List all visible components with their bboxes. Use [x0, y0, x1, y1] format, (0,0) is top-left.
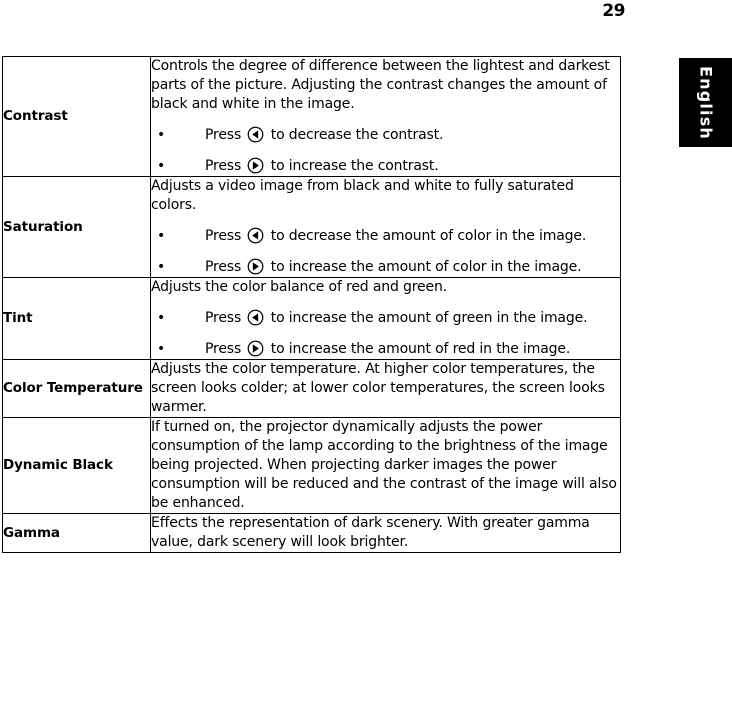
description-paragraph: If turned on, the projector dynamically … [151, 419, 617, 511]
instruction-text: to increase the amount of color in the i… [270, 259, 582, 275]
bullet-dot-icon: • [157, 127, 166, 143]
press-label: Press [205, 228, 242, 244]
bullet-dot-icon: • [157, 228, 166, 244]
setting-name-cell: Tint [2, 277, 151, 360]
right-arrow-key-icon [247, 157, 264, 174]
setting-description-cell: Effects the representation of dark scene… [150, 513, 621, 553]
bullet-dot-icon: • [157, 310, 166, 326]
left-arrow-key-icon [247, 309, 264, 326]
language-side-tab-label: English [696, 65, 715, 140]
setting-description-cell: Adjusts a video image from black and whi… [150, 176, 621, 278]
right-arrow-key-icon [247, 340, 264, 357]
press-label: Press [205, 127, 242, 143]
instruction-text: to decrease the contrast. [270, 127, 444, 143]
language-side-tab: English [679, 58, 732, 147]
table-row: Contrast Controls the degree of differenc… [2, 56, 621, 177]
instruction-text: to decrease the amount of color in the i… [270, 228, 587, 244]
table-row: Color Temperature Adjusts the color tempe… [2, 359, 621, 418]
description-paragraph: Adjusts a video image from black and whi… [151, 178, 574, 213]
left-arrow-key-icon [247, 126, 264, 143]
list-item: • Press to decrease the amount of color i… [151, 226, 620, 246]
list-item: • Press to increase the amount of red in … [151, 339, 620, 359]
table-row: Dynamic Black If turned on, the projector… [2, 417, 621, 514]
setting-name-cell: Saturation [2, 176, 151, 278]
setting-description-cell: If turned on, the projector dynamically … [150, 417, 621, 514]
right-arrow-key-icon [247, 258, 264, 275]
table-row: Tint Adjusts the color balance of red and… [2, 277, 621, 360]
description-paragraph: Adjusts the color balance of red and gre… [151, 279, 447, 295]
press-label: Press [205, 158, 242, 174]
table-row: Saturation Adjusts a video image from bla… [2, 176, 621, 278]
list-item: • Press to decrease the contrast. [151, 125, 620, 145]
setting-description-cell: Adjusts the color temperature. At higher… [150, 359, 621, 418]
bullet-dot-icon: • [157, 158, 166, 174]
setting-description-cell: Adjusts the color balance of red and gre… [150, 277, 621, 360]
bullet-dot-icon: • [157, 341, 166, 357]
instruction-text: to increase the amount of green in the i… [270, 310, 588, 326]
instruction-bullet-list: • Press to increase the amount of green i… [151, 308, 620, 359]
setting-name-cell: Gamma [2, 513, 151, 553]
description-paragraph: Controls the degree of difference betwee… [151, 58, 610, 112]
list-item: • Press to increase the amount of color i… [151, 257, 620, 277]
left-arrow-key-icon [247, 227, 264, 244]
list-item: • Press to increase the amount of green i… [151, 308, 620, 328]
setting-name-cell: Color Temperature [2, 359, 151, 418]
instruction-text: to increase the contrast. [270, 158, 439, 174]
page-number: 29 [602, 1, 625, 21]
press-label: Press [205, 341, 242, 357]
instruction-bullet-list: • Press to decrease the contrast. • Press t… [151, 125, 620, 176]
description-paragraph: Effects the representation of dark scene… [151, 515, 590, 550]
press-label: Press [205, 310, 242, 326]
setting-name-cell: Dynamic Black [2, 417, 151, 514]
instruction-text: to increase the amount of red in the ima… [270, 341, 571, 357]
table-row: Gamma Effects the representation of dark … [2, 513, 621, 553]
instruction-bullet-list: • Press to decrease the amount of color i… [151, 226, 620, 277]
list-item: • Press to increase the contrast. [151, 156, 620, 176]
setting-description-cell: Controls the degree of difference betwee… [150, 56, 621, 177]
description-paragraph: Adjusts the color temperature. At higher… [151, 361, 605, 415]
press-label: Press [205, 259, 242, 275]
settings-description-table: Contrast Controls the degree of differenc… [2, 56, 621, 553]
setting-name-cell: Contrast [2, 56, 151, 177]
bullet-dot-icon: • [157, 259, 166, 275]
